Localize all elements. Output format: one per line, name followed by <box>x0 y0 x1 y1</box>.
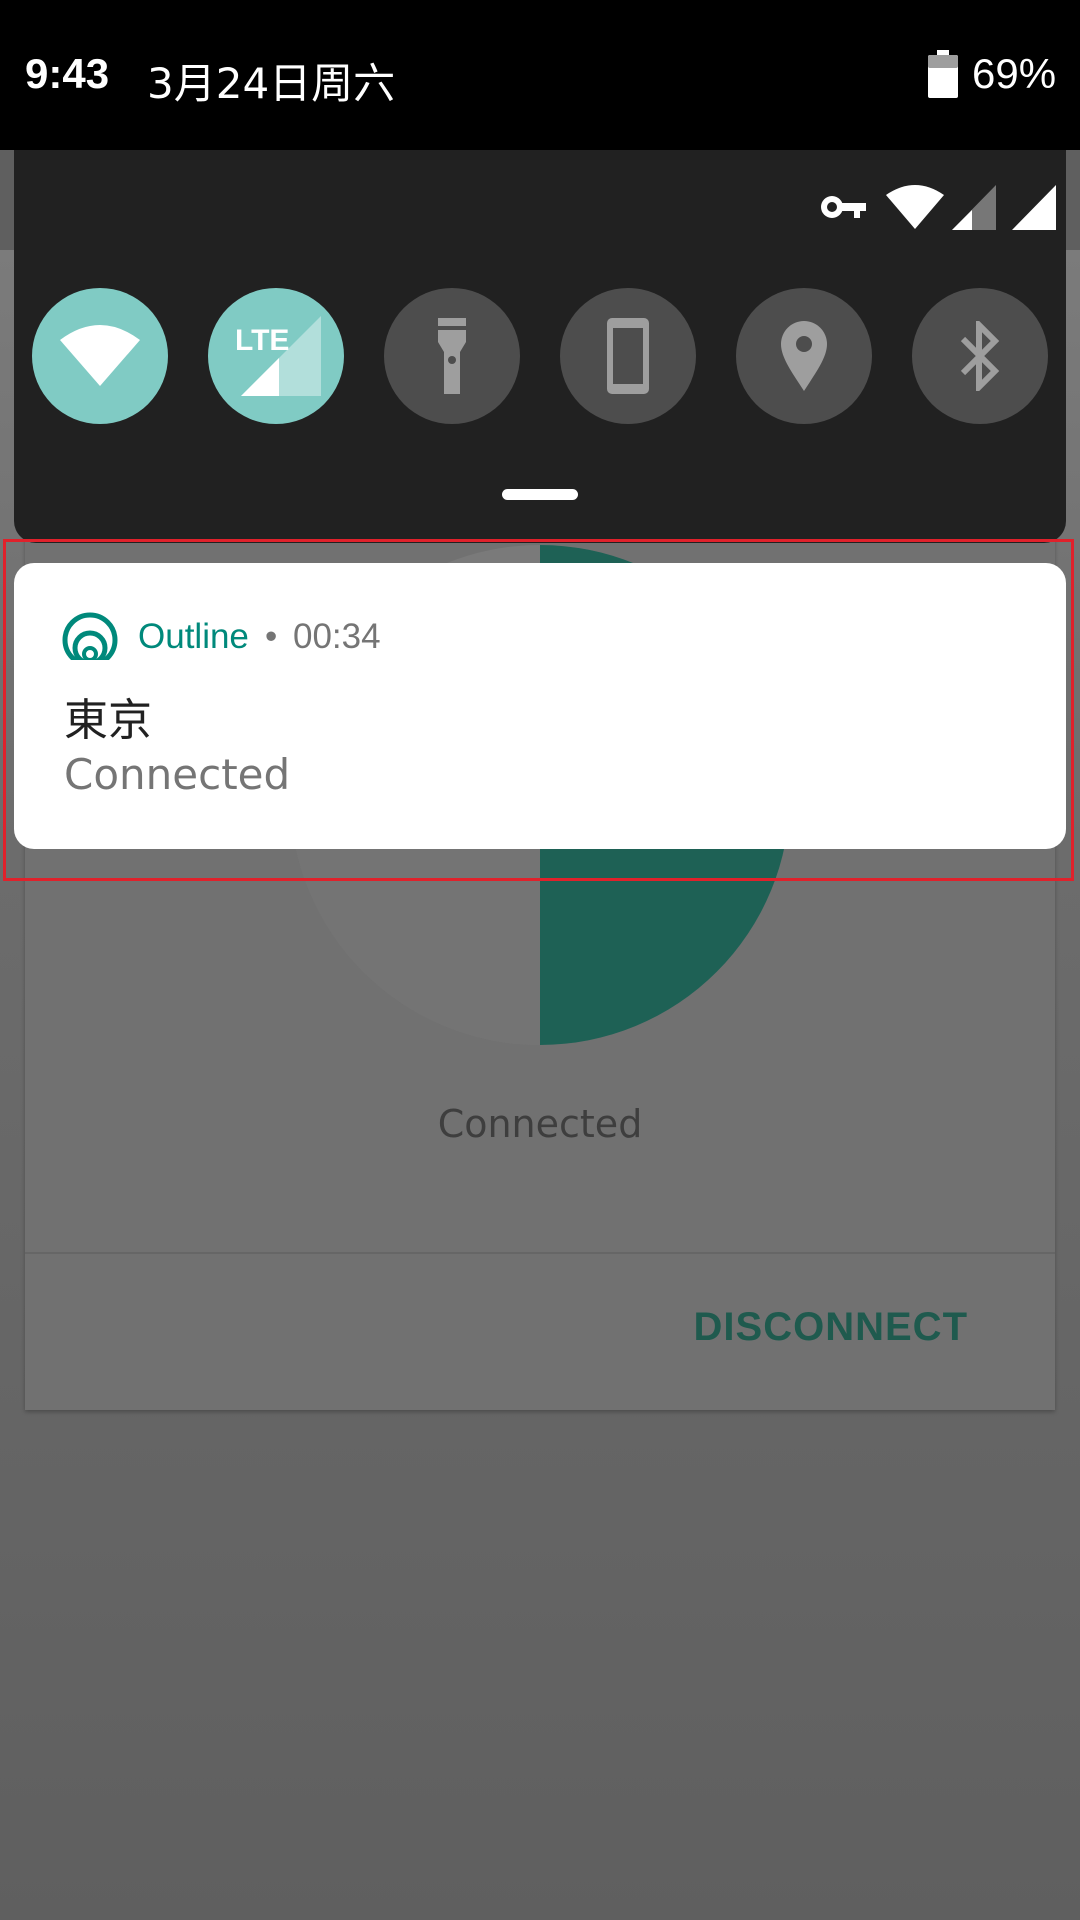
bluetooth-icon <box>960 321 1000 391</box>
flashlight-tile[interactable] <box>384 288 520 424</box>
wifi-icon <box>886 185 944 229</box>
location-tile[interactable] <box>736 288 872 424</box>
expand-handle[interactable] <box>502 489 578 500</box>
notification-title: 東京 <box>64 695 152 746</box>
notification-time: 00:34 <box>293 617 381 656</box>
notification-separator: • <box>265 617 278 656</box>
location-icon <box>781 321 827 391</box>
battery-percentage: 69% <box>972 50 1057 97</box>
wifi-icon <box>60 325 140 386</box>
status-bar: 9:43 3月24日周六 69% <box>0 0 1080 150</box>
battery-icon <box>928 50 958 98</box>
notification-text: Connected <box>64 750 291 799</box>
cell-signal-full-icon <box>1012 185 1056 230</box>
vpn-key-icon <box>821 196 866 218</box>
cell-signal-icon <box>952 185 996 230</box>
flashlight-icon <box>438 318 466 394</box>
auto-rotate-icon <box>607 318 649 394</box>
outline-notification[interactable] <box>14 563 1066 849</box>
lte-signal-icon: LTE <box>235 316 321 396</box>
wifi-tile[interactable] <box>32 288 168 424</box>
disconnect-button[interactable]: DISCONNECT <box>694 1305 968 1350</box>
notification-app-name: Outline <box>138 617 249 656</box>
bluetooth-tile[interactable] <box>912 288 1048 424</box>
card-divider <box>25 1252 1055 1254</box>
status-date: 3月24日周六 <box>147 59 396 108</box>
outline-logo-icon <box>62 612 118 668</box>
auto-rotate-tile[interactable] <box>560 288 696 424</box>
mobile-data-tile[interactable]: LTE <box>208 288 344 424</box>
app-connection-status: Connected <box>437 1102 643 1146</box>
svg-text:LTE: LTE <box>235 324 289 357</box>
status-time: 9:43 <box>25 50 110 97</box>
